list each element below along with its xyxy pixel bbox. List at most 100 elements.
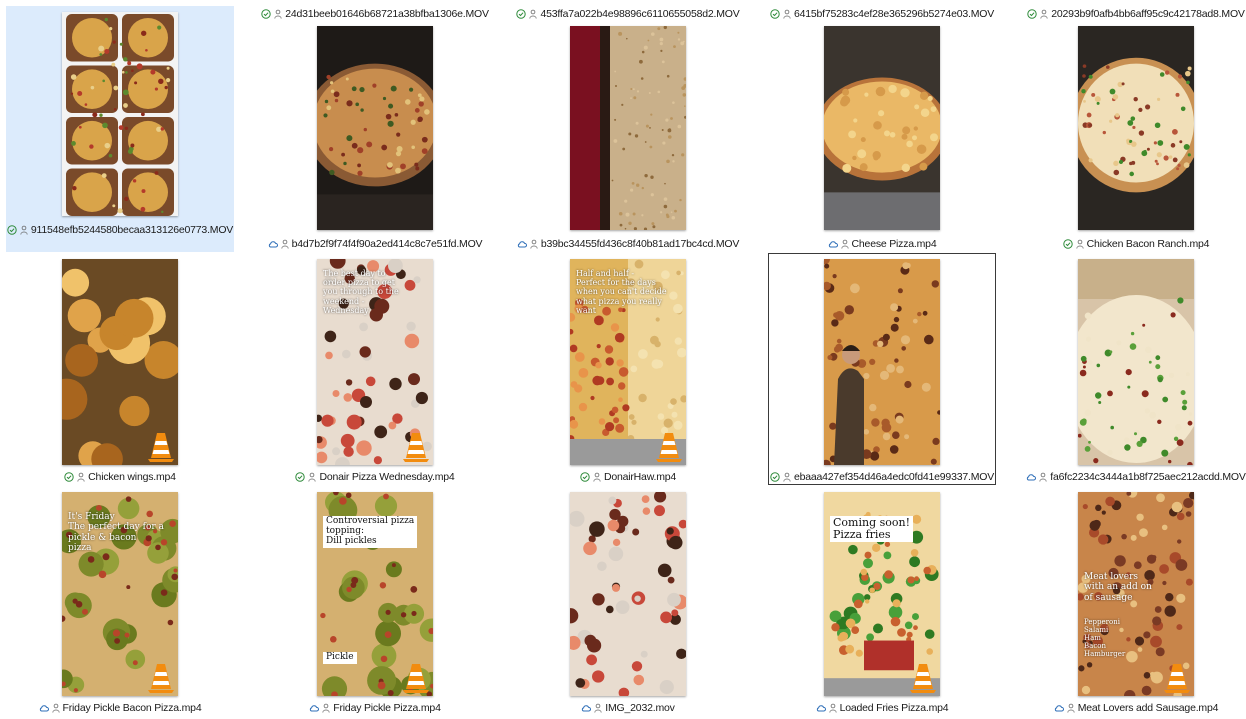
file-item[interactable]: Chicken Bacon Ranch.mp4 [1022,20,1246,252]
file-item[interactable]: The best day to order pizza to get you t… [261,253,489,485]
file-item[interactable]: b39bc34455fd436c8f40b81ad17bc4cd.MOV [514,20,742,252]
file-name: Chicken Bacon Ranch.mp4 [1086,238,1210,250]
video-thumbnail [62,12,178,216]
file-name: ebaaa427ef354d46a4edc0fd41e99337.MOV [793,471,995,483]
file-caption: Cheese Pizza.mp4 [768,236,996,252]
file-name: Friday Pickle Pizza.mp4 [333,702,441,714]
available-check-icon [1027,9,1037,19]
file-name: 6415bf75283c4ef28e365296b5274e03.MOV [793,8,995,20]
file-name: 20293b9f0afb4bb6aff95c9c42178ad8.MOV [1051,8,1245,20]
video-thumbnail: Controversial pizza topping: Dill pickle… [317,492,433,696]
file-caption: Meat Lovers add Sausage.mp4 [1022,700,1246,716]
file-caption: Donair Pizza Wednesday.mp4 [261,469,489,485]
file-name: Loaded Fries Pizza.mp4 [839,702,949,714]
shared-person-icon [529,9,538,19]
video-thumbnail-image [570,492,686,696]
thumbnail-overlay-text: It's Friday The perfect day for a pickle… [68,512,164,554]
shared-person-icon [1067,703,1075,713]
file-caption: Friday Pickle Bacon Pizza.mp4 [6,700,234,716]
file-caption: Chicken wings.mp4 [6,469,234,485]
video-thumbnail [1078,26,1194,230]
file-caption: b39bc34455fd436c8f40b81ad17bc4cd.MOV [514,236,742,252]
cloud-icon [39,705,49,712]
shared-person-icon [828,703,837,713]
vlc-cone-icon [148,664,174,693]
file-item[interactable]: 911548efb5244580becaa313126e0773.MOV [6,6,234,252]
shared-person-icon [593,472,601,482]
video-thumbnail: It's Friday The perfect day for a pickle… [62,492,178,696]
file-caption: Loaded Fries Pizza.mp4 [768,700,996,716]
cloud-icon [310,705,320,712]
shared-person-icon [783,9,791,19]
file-item[interactable]: Cheese Pizza.mp4 [768,20,996,252]
video-thumbnail [62,259,178,465]
vlc-cone-icon [403,433,429,462]
file-caption: Friday Pickle Pizza.mp4 [261,700,489,716]
thumbnail-overlay-list: Pepperoni Salami Ham Bacon Hamburger [1084,618,1126,659]
file-caption: IMG_2032.mov [514,700,742,716]
file-name: 911548efb5244580becaa313126e0773.MOV [30,224,234,236]
file-name: DonairHaw.mp4 [603,471,677,483]
shared-person-icon [322,703,330,713]
shared-person-icon [840,239,849,249]
available-check-icon [770,472,780,482]
available-check-icon [516,9,527,19]
cloud-icon [1054,705,1064,712]
file-name: b39bc34455fd436c8f40b81ad17bc4cd.MOV [540,238,740,250]
cloud-icon [517,241,527,248]
cloud-icon [582,705,592,712]
thumbnail-caption-box: Coming soon! Pizza fries [830,516,914,543]
shared-person-icon [1039,472,1047,482]
video-thumbnail: Meat lovers with an add on of sausage Pep… [1078,492,1194,696]
cloud-icon [828,241,838,248]
file-item[interactable]: It's Friday The perfect day for a pickle… [6,486,234,716]
file-item[interactable]: ebaaa427ef354d46a4edc0fd41e99337.MOV [768,253,996,485]
vlc-cone-icon [1164,664,1190,693]
video-thumbnail [570,492,686,696]
available-check-icon [580,472,590,482]
video-thumbnail-image [824,259,940,465]
file-name: Donair Pizza Wednesday.mp4 [319,471,455,483]
cloud-icon [816,705,826,712]
file-item[interactable]: Meat lovers with an add on of sausage Pep… [1022,486,1246,716]
file-item[interactable]: b4d7b2f9f74f4f90a2ed414c8c7e51fd.MOV [261,20,489,252]
file-name: fa6fc2234c3444a1b8f725aec212acdd.MOV [1050,471,1246,483]
shared-person-icon [1040,9,1048,19]
file-item[interactable]: Chicken wings.mp4 [6,253,234,485]
file-caption: DonairHaw.mp4 [514,469,742,485]
video-thumbnail-image [1078,259,1194,465]
file-name: Friday Pickle Bacon Pizza.mp4 [62,702,202,714]
cloud-icon [268,241,278,248]
vlc-cone-icon [148,433,174,462]
video-thumbnail [824,259,940,465]
file-item[interactable]: Half and half - Perfect for the days whe… [514,253,742,485]
thumbnail-caption-box-secondary: Pickle [323,652,357,664]
video-thumbnail: Coming soon! Pizza fries [824,492,940,696]
thumbnail-overlay-text: The best day to order pizza to get you t… [323,269,399,315]
thumbnail-overlay-text: Meat lovers with an add on of sausage [1084,572,1152,603]
cloud-icon [1027,474,1037,481]
file-caption: Chicken Bacon Ranch.mp4 [1022,236,1246,252]
file-item[interactable]: Controversial pizza topping: Dill pickle… [261,486,489,716]
video-thumbnail [824,26,940,230]
file-item[interactable]: fa6fc2234c3444a1b8f725aec212acdd.MOV [1022,253,1246,485]
shared-person-icon [20,225,28,235]
thumbnail-overlay-text: Half and half - Perfect for the days whe… [576,269,667,315]
available-check-icon [770,9,780,19]
shared-person-icon [594,703,602,713]
video-thumbnail [570,26,686,230]
shared-person-icon [51,703,60,713]
file-item[interactable]: IMG_2032.mov [514,486,742,716]
file-item[interactable]: Coming soon! Pizza fries Loaded Fries Piz… [768,486,996,716]
available-check-icon [7,225,17,235]
shared-person-icon [783,472,791,482]
available-check-icon [295,472,306,482]
file-name: Meat Lovers add Sausage.mp4 [1077,702,1219,714]
video-thumbnail-image [317,26,433,230]
video-thumbnail: The best day to order pizza to get you t… [317,259,433,465]
file-grid: 07baefb173d8474ea3aa168ca9a35e92.MOV24d3… [0,0,1246,719]
video-thumbnail [1078,259,1194,465]
vlc-cone-icon [910,664,936,693]
available-check-icon [261,9,271,19]
file-name: IMG_2032.mov [605,702,675,714]
